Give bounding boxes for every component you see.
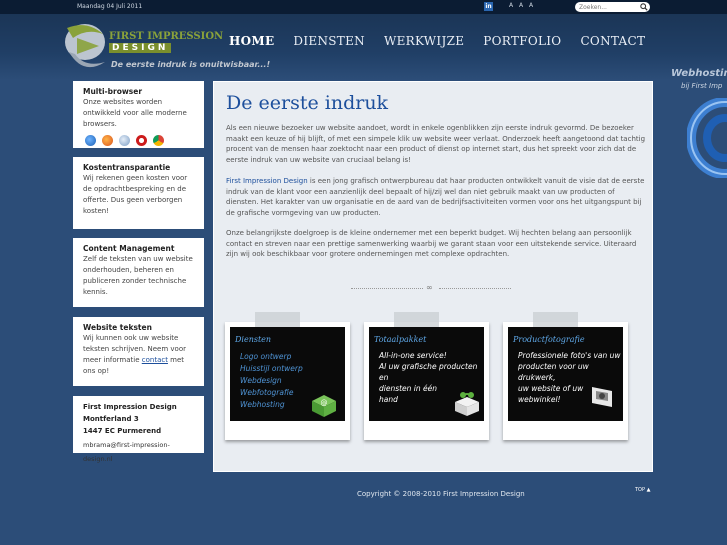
card-item: Professionele foto's van uw <box>518 351 621 360</box>
back-to-top-link[interactable]: TOP ▲ <box>635 487 650 493</box>
logo-name-line2: DESIGN <box>109 43 172 53</box>
promo-title: Webhosting <box>671 68 727 79</box>
nav-portfolio[interactable]: PORTFOLIO <box>483 34 561 48</box>
sidebar-box-title: Content Management <box>83 244 175 253</box>
nav-home[interactable]: HOME <box>229 34 274 48</box>
nav-contact[interactable]: CONTACT <box>580 34 645 48</box>
font-size-controls[interactable]: A A A <box>509 2 535 9</box>
nav-diensten[interactable]: DIENSTEN <box>293 34 365 48</box>
firefox-icon <box>102 135 113 146</box>
search-input[interactable] <box>579 2 637 12</box>
safari-icon <box>119 135 130 146</box>
search-icon[interactable] <box>640 3 648 11</box>
main-navigation: HOME DIENSTEN WERKWIJZE PORTFOLIO CONTAC… <box>229 34 664 48</box>
card-item[interactable]: Webhosting <box>240 399 303 411</box>
sidebar-box-text: Onze websites worden ontwikkeld voor all… <box>83 98 187 128</box>
sidebar-box-title: Website teksten <box>83 323 152 332</box>
card-productfotografie[interactable]: Productfotografie Professionele foto's v… <box>503 312 628 440</box>
section-divider: ∞ <box>351 283 511 292</box>
divider-ornament-icon: ∞ <box>426 283 433 292</box>
opera-icon <box>136 135 147 146</box>
logo-name-line1: FIRST IMPRESSION <box>109 31 224 42</box>
internet-explorer-icon <box>85 135 96 146</box>
contact-company: First Impression Design <box>83 403 177 411</box>
card-diensten[interactable]: Diensten Logo ontwerp Huisstijl ontwerp … <box>225 312 350 440</box>
card-item[interactable]: Webdesign <box>240 375 303 387</box>
about-paragraph: First Impression Design is een jong graf… <box>226 176 646 218</box>
card-item: diensten in één hand <box>379 384 438 404</box>
target-paragraph: Onze belangrijkste doelgroep is de klein… <box>226 229 637 258</box>
sidebar-box-content-management: Content Management Zelf de teksten van u… <box>73 238 204 307</box>
nav-werkwijze[interactable]: WERKWIJZE <box>384 34 464 48</box>
logo-swoosh-icon <box>65 24 105 68</box>
divider-line-right <box>439 288 511 289</box>
site-tagline: De eerste indruk is onuitwisbaar...! <box>111 60 271 69</box>
card-items: Logo ontwerp Huisstijl ontwerp Webdesign… <box>240 351 303 411</box>
sidebar-contact-box: First Impression Design Montferland 3 14… <box>73 396 204 463</box>
webhosting-box-icon: @ <box>312 395 336 417</box>
browser-icons <box>85 135 194 146</box>
current-date: Maandag 04 Juli 2011 <box>77 3 143 10</box>
sidebar-box-multibrowser: Multi-browser Onze websites worden ontwi… <box>73 81 204 148</box>
sidebar-box-website-teksten: Website teksten Wij kunnen ook uw websit… <box>73 317 204 386</box>
card-item[interactable]: Huisstijl ontwerp <box>240 363 303 375</box>
card-title: Productfotografie <box>513 335 585 344</box>
card-item: All-in-one service! <box>379 351 447 360</box>
main-content: De eerste indruk Als een nieuwe bezoeker… <box>213 81 653 472</box>
linkedin-icon[interactable]: in <box>484 2 493 11</box>
tape-decoration <box>533 312 578 327</box>
contact-email[interactable]: mbrama@first-impression-design.nl <box>83 438 194 466</box>
webhosting-promo[interactable]: Webhosting bij First Imp <box>667 66 727 206</box>
intro-paragraph: Als een nieuwe bezoeker uw website aando… <box>226 124 646 164</box>
search-box <box>575 2 650 12</box>
card-panel: Productfotografie Professionele foto's v… <box>508 327 623 421</box>
card-item: Al uw grafische producten en <box>379 362 478 382</box>
company-link[interactable]: First Impression Design <box>226 177 308 185</box>
footer-copyright: Copyright © 2008-2010 First Impression D… <box>357 490 525 498</box>
sidebar-box-text: Wij rekenen geen kosten voor de opdracht… <box>83 174 188 215</box>
sidebar-box-kostentransparantie: Kostentransparantie Wij rekenen geen kos… <box>73 157 204 229</box>
card-item[interactable]: Webfotografie <box>240 387 303 399</box>
divider-line-left <box>351 288 423 289</box>
photo-box-icon <box>592 387 612 407</box>
card-title: Totaalpakket <box>374 335 427 344</box>
contact-city: 1447 EC Purmerend <box>83 427 162 435</box>
at-sign-icon <box>687 98 727 178</box>
card-title: Diensten <box>235 335 272 344</box>
card-panel: Totaalpakket All-in-one service! Al uw g… <box>369 327 484 421</box>
card-totaalpakket[interactable]: Totaalpakket All-in-one service! Al uw g… <box>364 312 489 440</box>
sidebar-box-text: Wij kunnen ook uw website teksten schrij… <box>83 333 194 377</box>
gift-box-icon <box>455 392 479 416</box>
page-title: De eerste indruk <box>226 92 389 114</box>
tape-decoration <box>255 312 300 327</box>
site-logo[interactable]: FIRST IMPRESSION DESIGN De eerste indruk… <box>63 18 273 78</box>
top-bar: Maandag 04 Juli 2011 in A A A <box>0 0 727 14</box>
sidebar-box-title: Multi-browser <box>83 87 143 96</box>
svg-text:@: @ <box>321 399 328 407</box>
card-item: producten voor uw drukwerk, <box>518 362 589 382</box>
chrome-icon <box>153 135 164 146</box>
promo-subtitle: bij First Imp <box>681 82 723 90</box>
contact-street: Montferland 3 <box>83 415 139 423</box>
sidebar-box-text: Zelf de teksten van uw website onderhoud… <box>83 255 193 296</box>
card-panel: Diensten Logo ontwerp Huisstijl ontwerp … <box>230 327 345 421</box>
sidebar-box-title: Kostentransparantie <box>83 163 171 172</box>
card-item[interactable]: Logo ontwerp <box>240 351 303 363</box>
contact-link[interactable]: contact <box>142 356 168 364</box>
tape-decoration <box>394 312 439 327</box>
